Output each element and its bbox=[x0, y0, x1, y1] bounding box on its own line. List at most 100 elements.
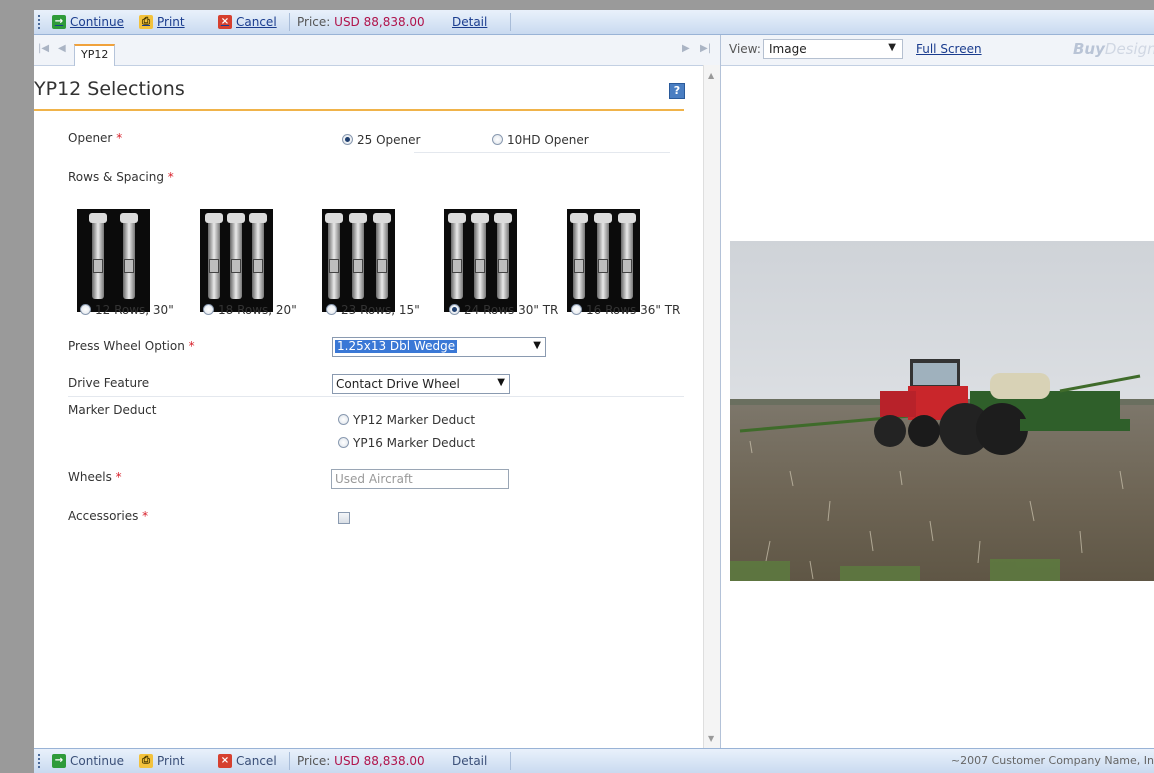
toolbar-divider bbox=[510, 752, 511, 770]
next-tab-icon[interactable]: ▶ bbox=[682, 43, 690, 54]
press-wheel-value: 1.25x13 Dbl Wedge bbox=[335, 339, 458, 353]
rows-option-label: 23 Rows, 15" bbox=[341, 303, 420, 317]
print-button-bottom[interactable]: ⎙ Print bbox=[139, 754, 185, 768]
row-unit-image[interactable] bbox=[444, 209, 517, 312]
rows-option-24[interactable]: 24 Rows 30" TR bbox=[449, 303, 558, 317]
price-display: Price: USD 88,838.00 bbox=[297, 754, 425, 768]
marker-option-label: YP12 Marker Deduct bbox=[353, 413, 476, 427]
tractor-photo bbox=[730, 241, 1154, 581]
row-unit-image[interactable] bbox=[322, 209, 395, 312]
price-value: USD 88,838.00 bbox=[334, 15, 425, 29]
cancel-button-bottom[interactable]: × Cancel bbox=[218, 754, 277, 768]
radio-selected[interactable] bbox=[342, 134, 353, 145]
rows-option-label: 24 Rows 30" TR bbox=[464, 303, 559, 317]
rows-option-18[interactable]: 18 Rows, 20" bbox=[203, 303, 297, 317]
row-unit-image[interactable] bbox=[200, 209, 273, 312]
required-mark: * bbox=[188, 339, 195, 353]
logo-design: Design bbox=[1104, 40, 1154, 58]
continue-button[interactable]: → Continue bbox=[52, 15, 124, 29]
press-wheel-select[interactable]: 1.25x13 Dbl Wedge ▼ bbox=[332, 337, 546, 357]
accessories-label: Accessories * bbox=[68, 509, 148, 523]
press-wheel-label-text: Press Wheel Option bbox=[68, 339, 185, 353]
continue-label: Continue bbox=[70, 754, 124, 768]
radio-unselected[interactable] bbox=[80, 304, 91, 315]
continue-label: Continue bbox=[70, 15, 124, 29]
toolbar-grip-icon[interactable] bbox=[38, 754, 40, 768]
copyright-text: ~2007 Customer Company Name, In bbox=[950, 754, 1154, 767]
drive-feature-value: Contact Drive Wheel bbox=[336, 377, 460, 391]
rows-option-12[interactable]: 12 Rows, 30" bbox=[80, 303, 174, 317]
row-unit-image[interactable] bbox=[567, 209, 640, 312]
last-tab-icon[interactable]: ▶| bbox=[700, 43, 711, 54]
tab-yp12[interactable]: YP12 bbox=[74, 44, 116, 66]
scroll-down-icon[interactable]: ▼ bbox=[708, 734, 714, 743]
toolbar-grip-icon[interactable] bbox=[38, 15, 40, 29]
x-icon: × bbox=[218, 754, 232, 768]
page-title: YP12 Selections bbox=[34, 78, 185, 100]
viewer-toolbar: View: Image ▼ Full Screen BuyDesign bbox=[721, 35, 1154, 66]
title-underline bbox=[34, 109, 684, 111]
required-mark: * bbox=[167, 170, 174, 184]
toolbar-divider bbox=[289, 752, 290, 770]
marker-option-label: YP16 Marker Deduct bbox=[353, 436, 476, 450]
marker-deduct-label: Marker Deduct bbox=[68, 403, 156, 417]
print-label: Print bbox=[157, 15, 185, 29]
chevron-down-icon: ▼ bbox=[533, 340, 541, 351]
required-mark: * bbox=[115, 470, 122, 484]
rows-option-16[interactable]: 16 Rows 36" TR bbox=[571, 303, 680, 317]
prev-tab-icon[interactable]: ◀ bbox=[58, 43, 66, 54]
radio-unselected[interactable] bbox=[338, 437, 349, 448]
radio-unselected[interactable] bbox=[571, 304, 582, 315]
radio-unselected[interactable] bbox=[326, 304, 337, 315]
continue-button-bottom[interactable]: → Continue bbox=[52, 754, 124, 768]
wheels-label-text: Wheels bbox=[68, 470, 112, 484]
top-toolbar: → Continue ⎙ Print × Cancel Price: USD 8… bbox=[34, 10, 1154, 35]
press-wheel-label: Press Wheel Option * bbox=[68, 339, 195, 353]
radio-unselected[interactable] bbox=[203, 304, 214, 315]
view-select[interactable]: Image ▼ bbox=[763, 39, 903, 59]
price-display: Price: USD 88,838.00 bbox=[297, 15, 425, 29]
detail-link[interactable]: Detail bbox=[452, 15, 487, 29]
buydesign-logo: BuyDesign bbox=[1073, 40, 1154, 58]
question-icon[interactable]: ? bbox=[669, 83, 685, 99]
viewer-pane: View: Image ▼ Full Screen BuyDesign bbox=[721, 35, 1154, 749]
chevron-down-icon: ▼ bbox=[497, 377, 505, 388]
scroll-up-icon[interactable]: ▲ bbox=[708, 71, 714, 80]
tab-bar: |◀ ◀ YP12 ▶ ▶| bbox=[34, 35, 720, 66]
vertical-scrollbar[interactable]: ▲ ▼ bbox=[703, 65, 720, 749]
printer-icon: ⎙ bbox=[139, 754, 153, 768]
arrow-right-icon: → bbox=[52, 15, 66, 29]
print-button[interactable]: ⎙ Print bbox=[139, 15, 185, 29]
opener-option-label: 10HD Opener bbox=[507, 133, 589, 147]
accessories-checkbox[interactable] bbox=[338, 512, 350, 524]
marker-option-yp16[interactable]: YP16 Marker Deduct bbox=[338, 436, 475, 450]
rows-option-label: 16 Rows 36" TR bbox=[586, 303, 681, 317]
drive-feature-select[interactable]: Contact Drive Wheel ▼ bbox=[332, 374, 510, 394]
cancel-label: Cancel bbox=[236, 754, 277, 768]
price-label: Price: bbox=[297, 15, 331, 29]
opener-option-25[interactable]: 25 Opener bbox=[342, 133, 420, 147]
required-mark: * bbox=[116, 131, 123, 145]
logo-buy: Buy bbox=[1073, 40, 1105, 58]
rows-option-23[interactable]: 23 Rows, 15" bbox=[326, 303, 420, 317]
divider bbox=[414, 152, 670, 153]
radio-selected[interactable] bbox=[449, 304, 460, 315]
row-unit-image[interactable] bbox=[77, 209, 150, 312]
first-tab-icon[interactable]: |◀ bbox=[38, 43, 49, 54]
toolbar-divider bbox=[510, 13, 511, 31]
cancel-button[interactable]: × Cancel bbox=[218, 15, 277, 29]
full-screen-link[interactable]: Full Screen bbox=[916, 42, 982, 56]
chevron-down-icon: ▼ bbox=[888, 42, 896, 53]
radio-unselected[interactable] bbox=[338, 414, 349, 425]
radio-unselected[interactable] bbox=[492, 134, 503, 145]
wheels-input[interactable]: Used Aircraft bbox=[331, 469, 509, 489]
view-select-value: Image bbox=[769, 42, 807, 56]
opener-option-10hd[interactable]: 10HD Opener bbox=[492, 133, 589, 147]
print-label: Print bbox=[157, 754, 185, 768]
marker-option-yp12[interactable]: YP12 Marker Deduct bbox=[338, 413, 475, 427]
accessories-label-text: Accessories bbox=[68, 509, 139, 523]
detail-link-bottom[interactable]: Detail bbox=[452, 754, 487, 768]
drive-feature-label-text: Drive Feature bbox=[68, 376, 150, 390]
printer-icon: ⎙ bbox=[139, 15, 153, 29]
drive-feature-label: Drive Feature bbox=[68, 376, 149, 390]
